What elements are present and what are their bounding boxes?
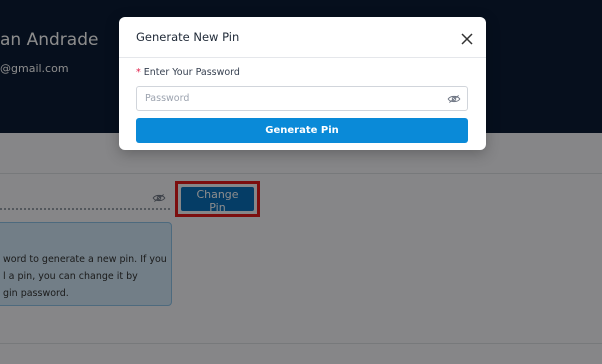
modal-title: Generate New Pin — [136, 30, 240, 44]
generate-pin-button[interactable]: Generate Pin — [136, 118, 468, 143]
eye-off-icon[interactable] — [447, 93, 461, 105]
password-label-text: Enter Your Password — [143, 67, 240, 78]
generate-pin-modal: Generate New Pin * Enter Your Password Ge… — [119, 17, 486, 150]
close-icon[interactable] — [460, 32, 474, 46]
required-marker: * — [136, 67, 141, 78]
modal-divider — [119, 57, 486, 58]
password-input[interactable] — [136, 86, 468, 111]
password-label: * Enter Your Password — [136, 67, 240, 78]
